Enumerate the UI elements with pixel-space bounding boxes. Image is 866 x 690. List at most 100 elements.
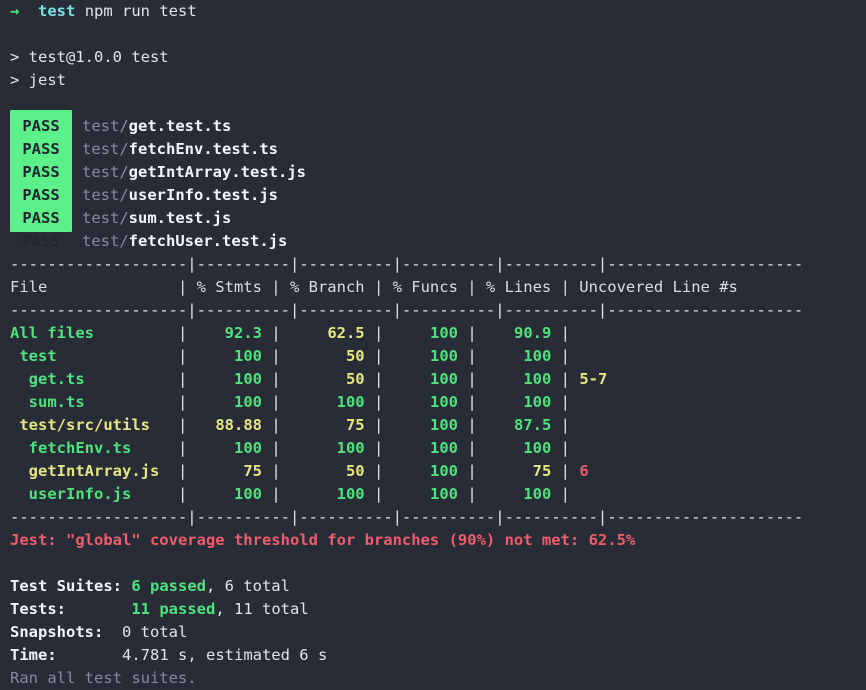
coverage-row[interactable]: test/src/utils | 88.88 | 75 | 100 | 87.5… (0, 414, 866, 437)
prompt-spacer (19, 2, 38, 20)
coverage-row-stmts: 75 (187, 462, 262, 480)
test-suite-row[interactable]: PASS test/getIntArray.test.js (0, 161, 866, 184)
column-divider: | (364, 393, 384, 411)
coverage-row[interactable]: fetchEnv.ts | 100 | 100 | 100 | 100 | (0, 437, 866, 460)
coverage-row-lines: 100 (476, 485, 552, 503)
coverage-row[interactable]: get.ts | 100 | 50 | 100 | 100 | 5-7 (0, 368, 866, 391)
suite-dir: test/ (82, 209, 129, 227)
summary-tests-label: Tests: (10, 600, 66, 618)
column-divider: | (551, 485, 580, 503)
summary-tests-gap (66, 600, 131, 618)
coverage-row-stmts: 88.88 (187, 416, 262, 434)
suite-file: sum.test.js (128, 209, 232, 227)
column-divider: | (364, 370, 384, 388)
coverage-row-branch: 50 (280, 347, 365, 365)
coverage-row-lines: 100 (476, 439, 552, 457)
suite-dir: test/ (82, 232, 129, 250)
coverage-row-stmts: 100 (187, 439, 262, 457)
column-divider: | (177, 462, 188, 480)
suite-dir: test/ (82, 140, 129, 158)
coverage-row-name: test/src/utils (10, 416, 178, 434)
suite-file: getIntArray.test.js (128, 163, 306, 181)
column-divider: | (177, 393, 188, 411)
column-divider: | (261, 370, 281, 388)
column-divider: | (261, 393, 281, 411)
column-divider: | (364, 347, 384, 365)
column-divider: | (551, 324, 580, 342)
coverage-row-lines: 87.5 (476, 416, 552, 434)
summary-suites-total: , 6 total (205, 577, 290, 595)
npm-script-command: > jest (10, 71, 66, 89)
column-divider: | (364, 462, 384, 480)
summary-tests-total: , 11 total (215, 600, 309, 618)
summary-test-suites: Test Suites: 6 passed, 6 total (0, 575, 866, 598)
column-divider: | (551, 462, 580, 480)
summary-tests-passed: 11 passed (131, 600, 216, 618)
coverage-row-branch: 100 (280, 393, 365, 411)
column-divider: | (457, 462, 477, 480)
column-divider: | (457, 416, 477, 434)
suite-file: userInfo.test.js (128, 186, 278, 204)
coverage-row[interactable]: sum.ts | 100 | 100 | 100 | 100 | (0, 391, 866, 414)
test-suite-row[interactable]: PASS test/get.test.ts (0, 115, 866, 138)
pass-badge: PASS (22, 163, 60, 181)
prompt-context: test (38, 2, 76, 20)
terminal-window: → test npm run test > test@1.0.0 test > … (0, 0, 866, 687)
column-divider: | (177, 485, 188, 503)
coverage-row-name: All files (10, 324, 178, 342)
coverage-row[interactable]: userInfo.js | 100 | 100 | 100 | 100 | (0, 483, 866, 506)
summary-suites-label: Test Suites: (10, 577, 122, 595)
coverage-row-funcs: 100 (383, 370, 458, 388)
test-suite-row[interactable]: PASS test/fetchEnv.test.ts (0, 138, 866, 161)
coverage-row-stmts: 100 (187, 485, 262, 503)
summary-snapshots-value: 0 total (122, 623, 188, 641)
test-suite-row[interactable]: PASS test/fetchUser.test.js (0, 230, 866, 253)
coverage-row-lines: 75 (476, 462, 552, 480)
column-divider: | (177, 439, 188, 457)
coverage-row-lines: 90.9 (476, 324, 552, 342)
coverage-row[interactable]: All files | 92.3 | 62.5 | 100 | 90.9 | (0, 322, 866, 345)
column-divider: | (261, 439, 281, 457)
coverage-row-name: getIntArray.js (10, 462, 178, 480)
coverage-row-lines: 100 (476, 347, 552, 365)
column-divider: | (364, 324, 384, 342)
summary-time-gap (57, 646, 122, 664)
column-divider: | (457, 370, 477, 388)
coverage-row-lines: 100 (476, 393, 552, 411)
summary-suites-gap (122, 577, 131, 595)
npm-script-name: > test@1.0.0 test (10, 48, 169, 66)
test-suite-row[interactable]: PASS test/sum.test.js (0, 207, 866, 230)
summary-ran-all: Ran all test suites. (10, 669, 197, 687)
coverage-row-funcs: 100 (383, 393, 458, 411)
spacer-line-3 (0, 552, 866, 575)
column-divider: | (261, 416, 281, 434)
column-divider: | (177, 416, 188, 434)
test-suite-row[interactable]: PASS test/userInfo.test.js (0, 184, 866, 207)
column-divider: | (457, 439, 477, 457)
coverage-row-stmts: 92.3 (187, 324, 262, 342)
coverage-row-lines: 100 (476, 370, 552, 388)
coverage-row-funcs: 100 (383, 485, 458, 503)
suite-dir: test/ (82, 117, 129, 135)
coverage-row-stmts: 100 (187, 370, 262, 388)
column-divider: | (551, 416, 580, 434)
coverage-table-top-rule: -------------------|----------|---------… (10, 255, 804, 273)
summary-snapshots: Snapshots: 0 total (0, 621, 866, 644)
coverage-row[interactable]: test | 100 | 50 | 100 | 100 | (0, 345, 866, 368)
coverage-table-header: File | % Stmts | % Branch | % Funcs | % … (10, 278, 738, 296)
coverage-row-funcs: 100 (383, 347, 458, 365)
pass-badge: PASS (22, 140, 60, 158)
coverage-row-stmts: 100 (187, 393, 262, 411)
column-divider: | (457, 324, 477, 342)
pass-badge: PASS (22, 186, 60, 204)
coverage-threshold-error: Jest: "global" coverage threshold for br… (10, 531, 636, 549)
spacer-line-2 (0, 92, 866, 115)
coverage-row-name: sum.ts (10, 393, 178, 411)
summary-snapshots-label: Snapshots: (10, 623, 104, 641)
summary-time-value: 4.781 s, estimated 6 s (122, 646, 328, 664)
column-divider: | (261, 485, 281, 503)
column-divider: | (364, 416, 384, 434)
coverage-row[interactable]: getIntArray.js | 75 | 50 | 100 | 75 | 6 (0, 460, 866, 483)
pass-badge: PASS (22, 209, 60, 227)
coverage-row-name: test (10, 347, 178, 365)
